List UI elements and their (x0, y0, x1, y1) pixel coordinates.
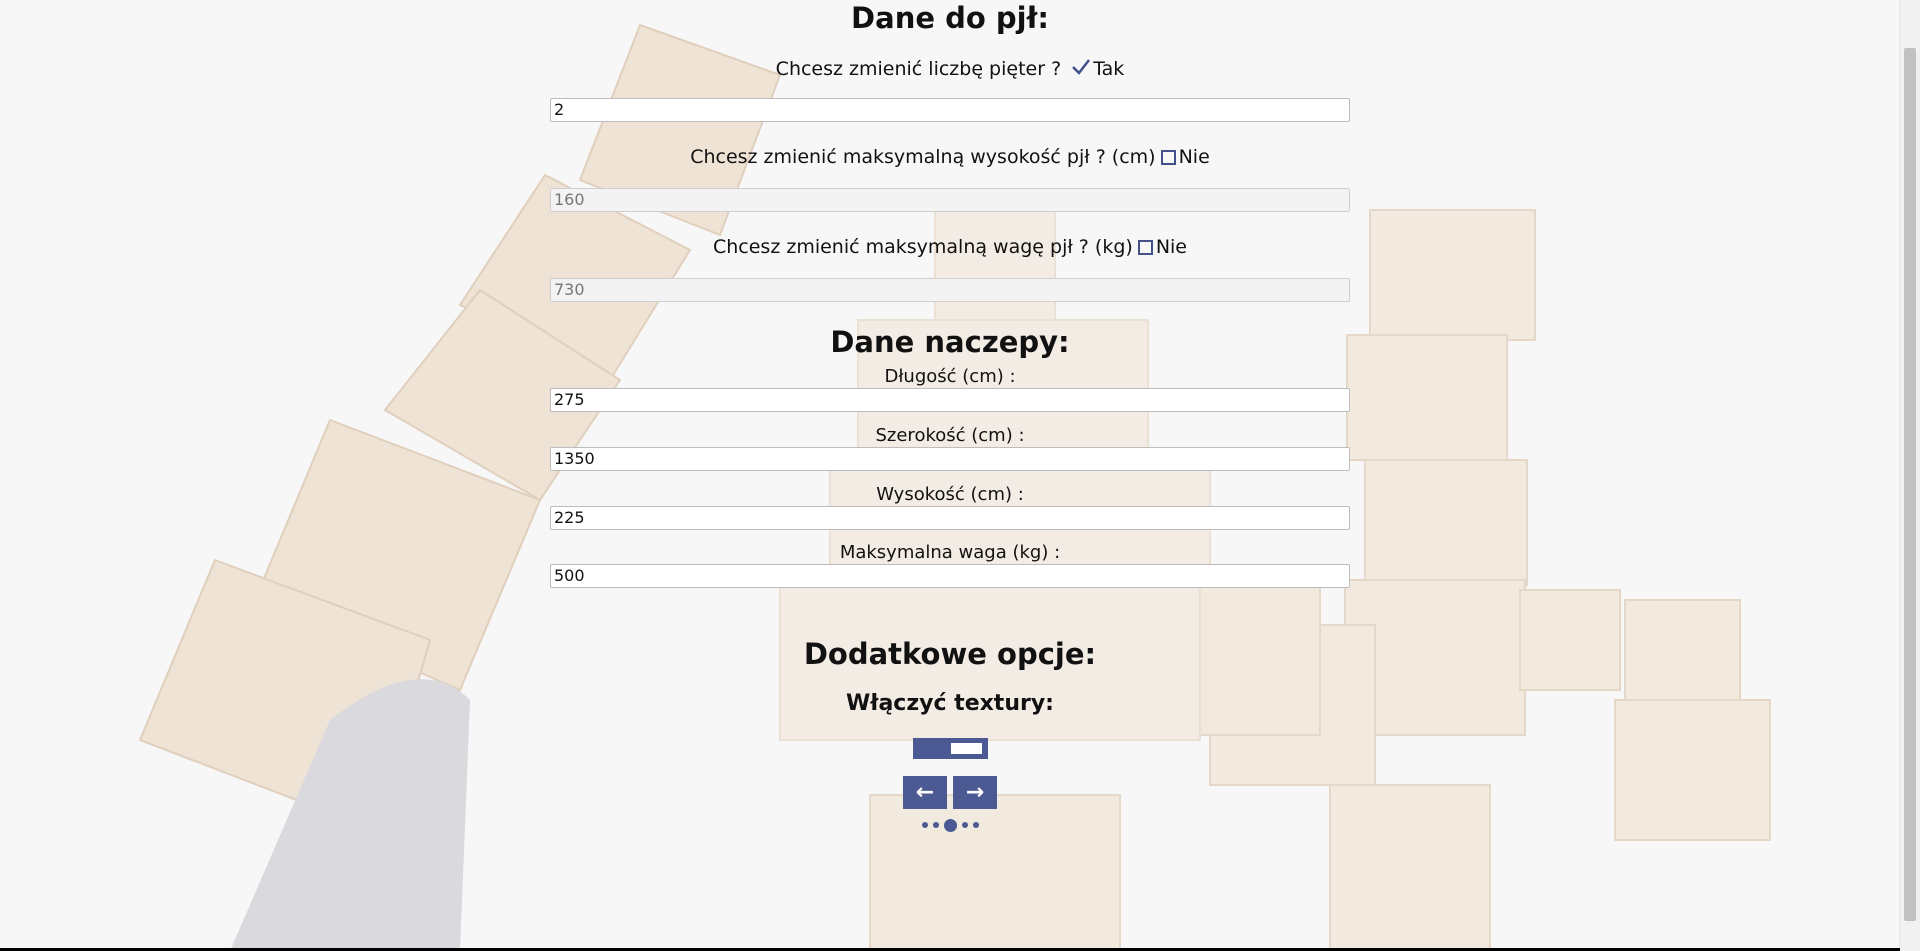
trailer-length-label: Długość (cm) : (884, 365, 1016, 387)
max-weight-input[interactable] (550, 277, 1350, 302)
pager-dot-active[interactable] (943, 818, 957, 832)
floors-question-label: Chcesz zmienić liczbę pięter ? (775, 58, 1062, 80)
trailer-width-input[interactable] (550, 446, 1350, 471)
max-height-input[interactable] (550, 187, 1350, 212)
pager-dot[interactable] (921, 822, 928, 828)
prev-button[interactable]: ← (903, 775, 947, 809)
extra-options-heading: Dodatkowe opcje: (803, 636, 1097, 671)
pjl-heading: Dane do pjł: (851, 1, 1049, 35)
scrollbar-thumb[interactable] (1904, 48, 1916, 921)
max-height-question-row: Chcesz zmienić maksymalną wysokość pjł ?… (549, 145, 1351, 169)
max-weight-question-label: Chcesz zmienić maksymalną wagę pjł ? (kg… (712, 235, 1133, 258)
max-height-question-label: Chcesz zmienić maksymalną wysokość pjł ?… (690, 145, 1156, 168)
checkmark-icon[interactable] (1071, 58, 1091, 82)
pager-dots (549, 818, 1351, 832)
max-weight-answer-label: Nie (1155, 235, 1187, 258)
trailer-height-input[interactable] (550, 505, 1350, 530)
trailer-max-weight-input[interactable] (550, 563, 1350, 588)
floors-answer-label: Tak (1093, 58, 1125, 80)
next-button[interactable]: → (953, 775, 997, 809)
floors-question-row: Chcesz zmienić liczbę pięter ? Tak (549, 57, 1351, 82)
pager-dot[interactable] (932, 822, 939, 828)
pager-dot[interactable] (972, 822, 979, 828)
pager-dot[interactable] (961, 822, 968, 828)
textures-label: Włączyć textury: (846, 690, 1054, 716)
max-height-answer-label: Nie (1178, 145, 1210, 168)
trailer-length-input[interactable] (550, 387, 1350, 412)
max-weight-question-row: Chcesz zmienić maksymalną wagę pjł ? (kg… (549, 235, 1351, 259)
form-panel: Dane do pjł: Chcesz zmienić liczbę pięte… (549, 0, 1351, 832)
max-weight-checkbox[interactable] (1137, 239, 1153, 255)
floors-input[interactable] (550, 97, 1350, 122)
trailer-heading: Dane naczepy: (830, 324, 1070, 359)
max-height-checkbox[interactable] (1160, 149, 1176, 165)
textures-toggle[interactable] (912, 737, 988, 759)
trailer-height-label: Wysokość (cm) : (876, 483, 1024, 505)
trailer-width-label: Szerokość (cm) : (875, 424, 1025, 446)
arrow-left-icon: ← (915, 779, 935, 805)
trailer-max-weight-label: Maksymalna waga (kg) : (839, 541, 1061, 563)
scrollbar[interactable] (1899, 0, 1920, 951)
toggle-knob (950, 742, 982, 754)
arrow-right-icon: → (965, 779, 985, 805)
